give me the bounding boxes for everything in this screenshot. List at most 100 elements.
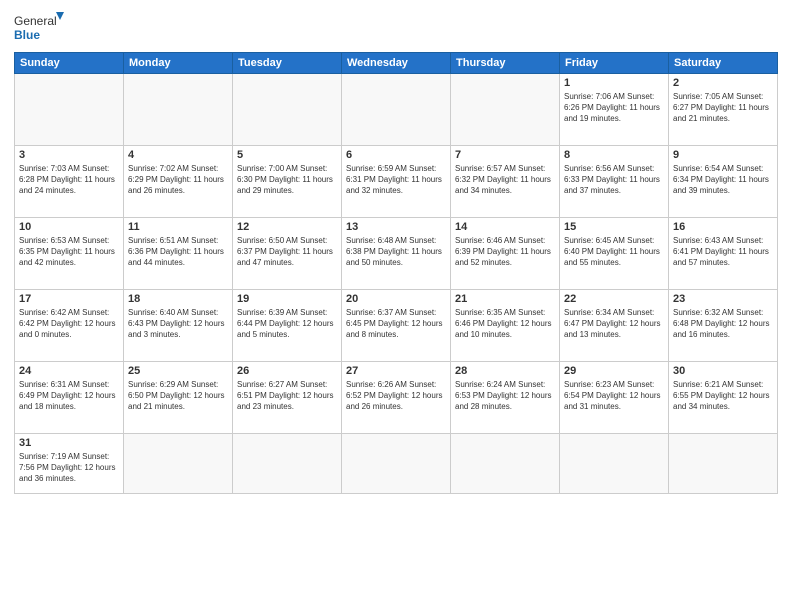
day-number: 9 — [673, 149, 773, 161]
weekday-tuesday: Tuesday — [233, 53, 342, 74]
day-cell: 3 Sunrise: 7:03 AM Sunset: 6:28 PM Daylig… — [15, 146, 124, 218]
day-cell: 10Sunrise: 6:53 AM Sunset: 6:35 PM Dayli… — [15, 218, 124, 290]
day-cell — [233, 434, 342, 494]
weekday-sunday: Sunday — [15, 53, 124, 74]
day-number: 28 — [455, 365, 555, 377]
day-number: 3 — [19, 149, 119, 161]
day-info: Sunrise: 6:51 AM Sunset: 6:36 PM Dayligh… — [128, 235, 228, 269]
day-cell — [342, 74, 451, 146]
day-info: Sunrise: 6:39 AM Sunset: 6:44 PM Dayligh… — [237, 307, 337, 341]
day-number: 12 — [237, 221, 337, 233]
generalblue-logo-icon: General Blue — [14, 10, 64, 46]
day-cell: 15 Sunrise: 6:45 AM Sunset: 6:40 PM Dayli… — [560, 218, 669, 290]
weekday-saturday: Saturday — [669, 53, 778, 74]
day-cell: 26Sunrise: 6:27 AM Sunset: 6:51 PM Dayli… — [233, 362, 342, 434]
day-info: Sunrise: 6:35 AM Sunset: 6:46 PM Dayligh… — [455, 307, 555, 341]
day-number: 11 — [128, 221, 228, 233]
day-number: 18 — [128, 293, 228, 305]
day-cell — [669, 434, 778, 494]
day-number: 8 — [564, 149, 664, 161]
week-row-1: 3 Sunrise: 7:03 AM Sunset: 6:28 PM Daylig… — [15, 146, 778, 218]
svg-text:Blue: Blue — [14, 28, 40, 42]
day-cell: 1 Sunrise: 7:06 AM Sunset: 6:26 PM Daylig… — [560, 74, 669, 146]
day-number: 13 — [346, 221, 446, 233]
day-cell: 21 Sunrise: 6:35 AM Sunset: 6:46 PM Dayli… — [451, 290, 560, 362]
weekday-header-row: SundayMondayTuesdayWednesdayThursdayFrid… — [15, 53, 778, 74]
header: General Blue — [14, 10, 778, 46]
day-info: Sunrise: 6:53 AM Sunset: 6:35 PM Dayligh… — [19, 235, 119, 269]
day-cell: 22Sunrise: 6:34 AM Sunset: 6:47 PM Dayli… — [560, 290, 669, 362]
day-info: Sunrise: 6:56 AM Sunset: 6:33 PM Dayligh… — [564, 163, 664, 197]
day-info: Sunrise: 6:40 AM Sunset: 6:43 PM Dayligh… — [128, 307, 228, 341]
day-info: Sunrise: 6:37 AM Sunset: 6:45 PM Dayligh… — [346, 307, 446, 341]
day-info: Sunrise: 6:24 AM Sunset: 6:53 PM Dayligh… — [455, 379, 555, 413]
weekday-thursday: Thursday — [451, 53, 560, 74]
day-cell: 25Sunrise: 6:29 AM Sunset: 6:50 PM Dayli… — [124, 362, 233, 434]
day-info: Sunrise: 6:45 AM Sunset: 6:40 PM Dayligh… — [564, 235, 664, 269]
calendar-table: SundayMondayTuesdayWednesdayThursdayFrid… — [14, 52, 778, 494]
day-number: 1 — [564, 77, 664, 89]
day-number: 22 — [564, 293, 664, 305]
day-info: Sunrise: 7:00 AM Sunset: 6:30 PM Dayligh… — [237, 163, 337, 197]
day-number: 2 — [673, 77, 773, 89]
day-info: Sunrise: 7:06 AM Sunset: 6:26 PM Dayligh… — [564, 91, 664, 125]
day-number: 21 — [455, 293, 555, 305]
week-row-4: 24 Sunrise: 6:31 AM Sunset: 6:49 PM Dayli… — [15, 362, 778, 434]
day-info: Sunrise: 6:31 AM Sunset: 6:49 PM Dayligh… — [19, 379, 119, 413]
day-cell: 9Sunrise: 6:54 AM Sunset: 6:34 PM Daylig… — [669, 146, 778, 218]
day-number: 23 — [673, 293, 773, 305]
day-number: 4 — [128, 149, 228, 161]
day-info: Sunrise: 6:27 AM Sunset: 6:51 PM Dayligh… — [237, 379, 337, 413]
day-cell: 2 Sunrise: 7:05 AM Sunset: 6:27 PM Daylig… — [669, 74, 778, 146]
day-number: 31 — [19, 437, 119, 449]
day-cell: 30Sunrise: 6:21 AM Sunset: 6:55 PM Dayli… — [669, 362, 778, 434]
week-row-0: 1 Sunrise: 7:06 AM Sunset: 6:26 PM Daylig… — [15, 74, 778, 146]
day-cell — [451, 434, 560, 494]
day-number: 16 — [673, 221, 773, 233]
day-cell — [342, 434, 451, 494]
day-info: Sunrise: 7:19 AM Sunset: 7:56 PM Dayligh… — [19, 451, 119, 485]
day-cell: 18 Sunrise: 6:40 AM Sunset: 6:43 PM Dayli… — [124, 290, 233, 362]
day-cell — [233, 74, 342, 146]
day-info: Sunrise: 6:46 AM Sunset: 6:39 PM Dayligh… — [455, 235, 555, 269]
day-number: 15 — [564, 221, 664, 233]
logo: General Blue — [14, 10, 64, 46]
day-cell: 27 Sunrise: 6:26 AM Sunset: 6:52 PM Dayli… — [342, 362, 451, 434]
day-number: 19 — [237, 293, 337, 305]
day-info: Sunrise: 7:05 AM Sunset: 6:27 PM Dayligh… — [673, 91, 773, 125]
day-number: 14 — [455, 221, 555, 233]
day-cell: 23 Sunrise: 6:32 AM Sunset: 6:48 PM Dayli… — [669, 290, 778, 362]
day-number: 27 — [346, 365, 446, 377]
day-info: Sunrise: 7:03 AM Sunset: 6:28 PM Dayligh… — [19, 163, 119, 197]
day-cell — [451, 74, 560, 146]
day-cell: 4Sunrise: 7:02 AM Sunset: 6:29 PM Daylig… — [124, 146, 233, 218]
day-cell: 5Sunrise: 7:00 AM Sunset: 6:30 PM Daylig… — [233, 146, 342, 218]
day-info: Sunrise: 6:43 AM Sunset: 6:41 PM Dayligh… — [673, 235, 773, 269]
week-row-2: 10Sunrise: 6:53 AM Sunset: 6:35 PM Dayli… — [15, 218, 778, 290]
day-info: Sunrise: 6:29 AM Sunset: 6:50 PM Dayligh… — [128, 379, 228, 413]
day-number: 6 — [346, 149, 446, 161]
day-info: Sunrise: 6:59 AM Sunset: 6:31 PM Dayligh… — [346, 163, 446, 197]
day-cell: 17Sunrise: 6:42 AM Sunset: 6:42 PM Dayli… — [15, 290, 124, 362]
day-cell: 6 Sunrise: 6:59 AM Sunset: 6:31 PM Daylig… — [342, 146, 451, 218]
page: General Blue SundayMondayTuesdayWednesda… — [0, 0, 792, 612]
day-cell: 28 Sunrise: 6:24 AM Sunset: 6:53 PM Dayli… — [451, 362, 560, 434]
day-info: Sunrise: 6:23 AM Sunset: 6:54 PM Dayligh… — [564, 379, 664, 413]
day-info: Sunrise: 6:57 AM Sunset: 6:32 PM Dayligh… — [455, 163, 555, 197]
day-cell: 29Sunrise: 6:23 AM Sunset: 6:54 PM Dayli… — [560, 362, 669, 434]
day-cell: 14 Sunrise: 6:46 AM Sunset: 6:39 PM Dayli… — [451, 218, 560, 290]
day-cell: 31 Sunrise: 7:19 AM Sunset: 7:56 PM Dayli… — [15, 434, 124, 494]
day-info: Sunrise: 6:26 AM Sunset: 6:52 PM Dayligh… — [346, 379, 446, 413]
day-number: 20 — [346, 293, 446, 305]
weekday-wednesday: Wednesday — [342, 53, 451, 74]
day-cell — [124, 434, 233, 494]
day-cell: 19 Sunrise: 6:39 AM Sunset: 6:44 PM Dayli… — [233, 290, 342, 362]
day-number: 30 — [673, 365, 773, 377]
weekday-monday: Monday — [124, 53, 233, 74]
day-info: Sunrise: 6:32 AM Sunset: 6:48 PM Dayligh… — [673, 307, 773, 341]
day-cell — [560, 434, 669, 494]
day-number: 17 — [19, 293, 119, 305]
day-number: 24 — [19, 365, 119, 377]
day-info: Sunrise: 6:48 AM Sunset: 6:38 PM Dayligh… — [346, 235, 446, 269]
day-cell: 7Sunrise: 6:57 AM Sunset: 6:32 PM Daylig… — [451, 146, 560, 218]
